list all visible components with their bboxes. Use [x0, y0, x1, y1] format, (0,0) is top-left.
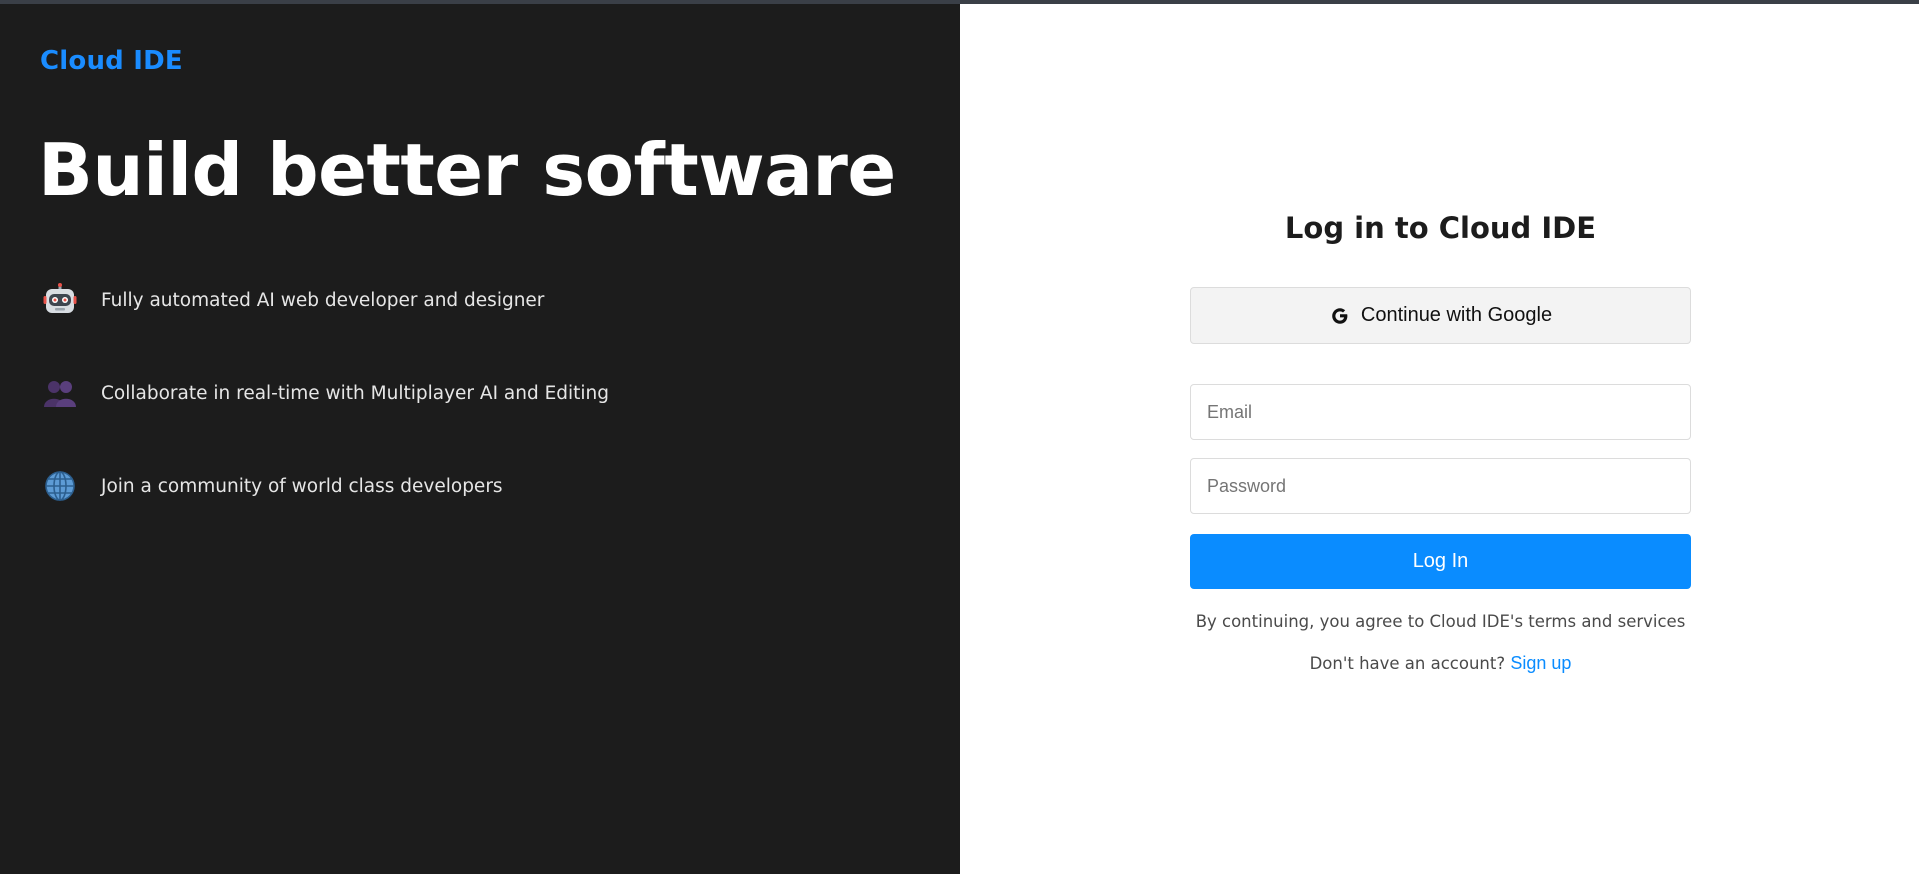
feature-text: Fully automated AI web developer and des…	[101, 289, 545, 311]
terms-text: By continuing, you agree to Cloud IDE's …	[1195, 612, 1686, 631]
feature-text: Collaborate in real-time with Multiplaye…	[101, 382, 610, 404]
feature-item-community: Join a community of world class develope…	[40, 466, 503, 506]
people-icon	[40, 373, 80, 413]
globe-icon	[40, 466, 80, 506]
continue-with-google-button[interactable]: Continue with Google	[1190, 287, 1691, 344]
hero-headline: Build better software	[38, 128, 896, 212]
login-panel: Log in to Cloud IDE Continue with Google…	[960, 4, 1919, 874]
password-input[interactable]	[1190, 458, 1691, 514]
no-account-text: Don't have an account?	[1309, 654, 1506, 673]
marketing-panel: Cloud IDE Build better software Fully au…	[0, 4, 960, 874]
feature-item-ai: Fully automated AI web developer and des…	[40, 280, 544, 320]
google-icon	[1329, 305, 1351, 327]
feature-text: Join a community of world class develope…	[101, 475, 503, 497]
login-title: Log in to Cloud IDE	[1284, 211, 1597, 245]
sign-up-link[interactable]: Sign up	[1510, 653, 1571, 673]
feature-item-collaborate: Collaborate in real-time with Multiplaye…	[40, 373, 609, 413]
google-button-label: Continue with Google	[1360, 304, 1553, 326]
robot-icon	[40, 280, 80, 320]
signup-prompt: Don't have an account? Sign up	[1190, 653, 1691, 674]
brand-logo[interactable]: Cloud IDE	[40, 46, 183, 76]
log-in-button[interactable]: Log In	[1190, 534, 1691, 589]
email-input[interactable]	[1190, 384, 1691, 440]
